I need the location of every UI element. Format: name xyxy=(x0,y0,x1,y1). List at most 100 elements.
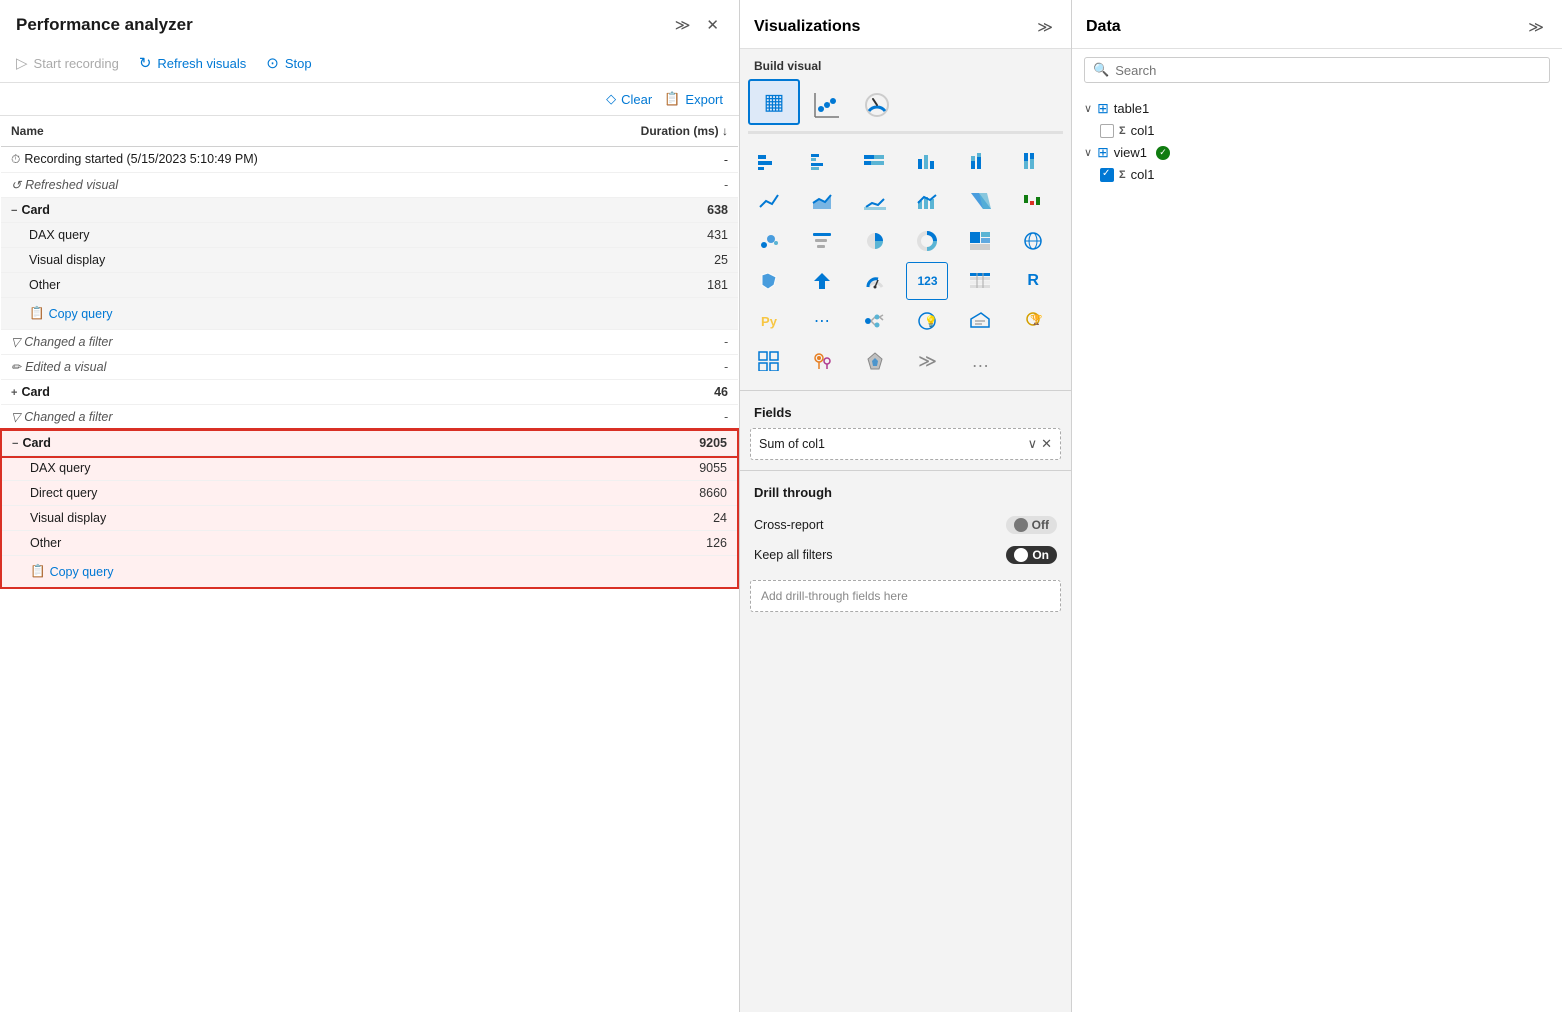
chart-type-treemap[interactable] xyxy=(959,222,1001,260)
chart-type-globe[interactable] xyxy=(1012,222,1054,260)
chart-type-more[interactable]: ⋯ xyxy=(801,302,843,340)
drill-through-fields-placeholder[interactable]: Add drill-through fields here xyxy=(750,580,1061,612)
chart-type-qa[interactable]: 🏆 xyxy=(1012,302,1054,340)
collapse-icon-2: − xyxy=(12,438,18,450)
copy-query-button-2[interactable]: 📋 Copy query xyxy=(30,561,114,582)
chart-type-combo[interactable] xyxy=(906,182,948,220)
svg-text:💡: 💡 xyxy=(924,315,938,328)
stop-button[interactable]: ⊙ Stop xyxy=(266,54,311,72)
chart-type-scatter-2[interactable] xyxy=(748,222,790,260)
expand-viz-icon[interactable]: ≫ xyxy=(1033,16,1057,38)
cross-report-label: Cross-report xyxy=(754,518,823,532)
table-row-highlighted[interactable]: −Card 9205 xyxy=(1,430,738,456)
chart-type-waterfall[interactable] xyxy=(1012,182,1054,220)
chart-type-100-bar[interactable] xyxy=(854,142,896,180)
chart-type-stacked-bar[interactable]: ▦ xyxy=(748,79,800,125)
chart-type-ribbon[interactable] xyxy=(959,182,1001,220)
drill-through-label: Drill through xyxy=(740,477,1071,504)
close-panel-icon[interactable]: ✕ xyxy=(702,14,723,36)
sum-icon-1: Σ xyxy=(1119,125,1126,137)
expand-data-icon[interactable]: ≫ xyxy=(1524,16,1548,38)
tree-item-table1-col1[interactable]: Σ col1 xyxy=(1072,120,1562,141)
tree-item-view1-col1[interactable]: Σ col1 xyxy=(1072,164,1562,185)
chart-type-r-visual[interactable]: R xyxy=(1012,262,1054,300)
field-chevron-button[interactable]: ∨ xyxy=(1028,436,1038,452)
table-row-highlighted-sub: Other 126 xyxy=(1,531,738,556)
data-header: Data ≫ xyxy=(1072,0,1562,49)
chart-type-card-number[interactable]: 123 xyxy=(906,262,948,300)
stop-icon: ⊙ xyxy=(266,54,279,72)
chart-type-line[interactable] xyxy=(748,182,790,220)
table-row: Visual display 25 xyxy=(1,248,738,273)
table-row[interactable]: +Card 46 xyxy=(1,380,738,405)
table-row-highlighted-sub: Direct query 8660 xyxy=(1,481,738,506)
keep-all-filters-row: Keep all filters On xyxy=(754,540,1057,570)
viz-divider-2 xyxy=(740,470,1071,471)
chart-type-line-stacked[interactable] xyxy=(854,182,896,220)
chart-type-smart-narrative[interactable] xyxy=(959,302,1001,340)
table-row: ⏱Recording started (5/15/2023 5:10:49 PM… xyxy=(1,147,738,173)
tree-item-table1[interactable]: ∨ ⊞ table1 xyxy=(1072,97,1562,120)
chart-type-double-arrow[interactable]: ≫ xyxy=(906,342,948,380)
copy-query-button-1[interactable]: 📋 Copy query xyxy=(29,303,113,324)
chart-type-shape-map[interactable] xyxy=(854,342,896,380)
copy-icon-2: 📋 xyxy=(30,564,46,579)
export-button[interactable]: 📋 Export xyxy=(664,91,723,107)
chart-type-clustered-bar[interactable] xyxy=(801,142,843,180)
chart-type-pie[interactable] xyxy=(854,222,896,260)
view1-active-indicator: ✓ xyxy=(1156,146,1170,160)
chart-type-filled-map[interactable] xyxy=(748,262,790,300)
chart-type-area[interactable] xyxy=(801,182,843,220)
cross-report-toggle-dot xyxy=(1014,518,1028,532)
refresh-icon: ↻ xyxy=(139,54,152,72)
table-row-highlighted-sub: 📋 Copy query xyxy=(1,556,738,589)
chart-type-ellipsis[interactable]: … xyxy=(959,342,1001,380)
chart-type-matrix-filter[interactable] xyxy=(801,222,843,260)
collapse-icon: − xyxy=(11,205,17,217)
fields-section-label: Fields xyxy=(740,397,1071,424)
chart-type-table-visual[interactable] xyxy=(959,262,1001,300)
cross-report-toggle[interactable]: Off xyxy=(1006,516,1057,534)
keep-all-filters-toggle[interactable]: On xyxy=(1006,546,1057,564)
filter-icon-2: ▽ xyxy=(11,410,20,424)
field-remove-button[interactable]: ✕ xyxy=(1041,436,1052,452)
chart-type-arrow[interactable] xyxy=(801,262,843,300)
table-row[interactable]: −Card 638 xyxy=(1,198,738,223)
chart-type-kpi[interactable] xyxy=(854,85,900,125)
chart-type-100-column[interactable] xyxy=(1012,142,1054,180)
chart-type-stacked-column[interactable] xyxy=(959,142,1001,180)
clear-button[interactable]: ◇ Clear xyxy=(606,91,652,107)
cross-report-toggle-label: Off xyxy=(1032,518,1049,532)
tree-item-view1[interactable]: ∨ ⊞ view1 ✓ xyxy=(1072,141,1562,164)
start-recording-button[interactable]: ▷ Start recording xyxy=(16,54,119,72)
chart-type-bar[interactable] xyxy=(748,142,790,180)
table-row: ▽Changed a filter - xyxy=(1,330,738,355)
clear-label: Clear xyxy=(621,92,652,107)
table-row: 📋 Copy query xyxy=(1,298,738,330)
perf-actions: ◇ Clear 📋 Export xyxy=(0,83,739,116)
col1-checkbox-checked[interactable] xyxy=(1100,168,1114,182)
refresh-visuals-button[interactable]: ↻ Refresh visuals xyxy=(139,54,246,72)
chart-type-decomp-tree[interactable] xyxy=(854,302,896,340)
export-icon: 📋 xyxy=(664,91,680,107)
table-row: ↺Refreshed visual - xyxy=(1,173,738,198)
table-icon: ⊞ xyxy=(1097,100,1109,117)
chart-type-small-multiples[interactable] xyxy=(748,342,790,380)
chart-type-key-influencers[interactable]: 💡 xyxy=(906,302,948,340)
expand-panel-icon[interactable]: ≫ xyxy=(671,14,695,36)
chart-type-gauge[interactable] xyxy=(854,262,896,300)
refresh-visuals-label: Refresh visuals xyxy=(157,56,246,71)
chart-type-arcgis[interactable] xyxy=(801,342,843,380)
table-row: DAX query 431 xyxy=(1,223,738,248)
chart-type-column[interactable] xyxy=(906,142,948,180)
perf-title: Performance analyzer xyxy=(16,15,193,35)
search-input[interactable] xyxy=(1115,63,1541,78)
col1-checkbox-unchecked[interactable] xyxy=(1100,124,1114,138)
chart-type-donut[interactable] xyxy=(906,222,948,260)
chart-type-py-visual[interactable]: Py xyxy=(748,302,790,340)
stop-label: Stop xyxy=(285,56,312,71)
chart-type-scatter[interactable] xyxy=(804,85,850,125)
table-row: Other 181 xyxy=(1,273,738,298)
col-duration-header: Duration (ms) ↓ xyxy=(527,116,738,147)
data-panel: Data ≫ 🔍 ∨ ⊞ table1 Σ col1 ∨ ⊞ view1 ✓ Σ… xyxy=(1072,0,1562,1012)
